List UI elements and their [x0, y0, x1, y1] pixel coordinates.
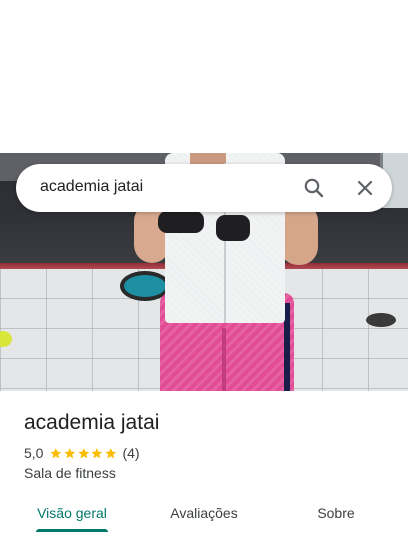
- tab-about[interactable]: Sobre: [300, 501, 372, 544]
- star-icon: [78, 447, 89, 458]
- search-icon[interactable]: [302, 176, 326, 200]
- tab-overview[interactable]: Visão geral: [28, 501, 116, 544]
- rating-value: 5,0: [24, 445, 44, 461]
- star-icon: [64, 447, 76, 458]
- star-icon: [50, 447, 62, 458]
- active-tab-indicator: [36, 529, 108, 532]
- place-tabs: Visão geral Avaliações Sobre: [0, 501, 408, 544]
- search-input[interactable]: academia jatai: [40, 178, 143, 196]
- place-category: Sala de fitness: [24, 465, 116, 481]
- star-icon: [91, 447, 103, 458]
- star-icon: [105, 447, 117, 458]
- place-name: academia jatai: [24, 411, 160, 434]
- place-info-panel: academia jatai 5,0 (4) Sala de fitness V…: [0, 391, 408, 544]
- rating-stars: [49, 447, 117, 460]
- map-top-area: [0, 0, 408, 153]
- tab-reviews[interactable]: Avaliações: [160, 501, 248, 544]
- review-count[interactable]: (4): [122, 445, 139, 461]
- close-icon[interactable]: [353, 176, 377, 200]
- rating-row[interactable]: 5,0 (4): [24, 444, 140, 462]
- search-bar[interactable]: academia jatai: [16, 164, 392, 212]
